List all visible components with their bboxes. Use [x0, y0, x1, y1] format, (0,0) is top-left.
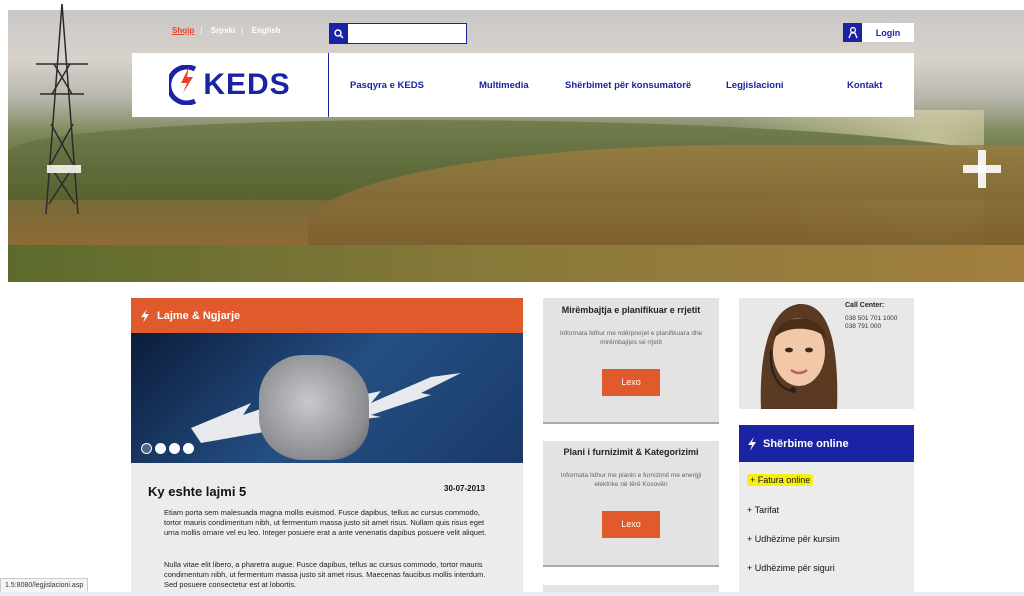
lang-english-link[interactable]: English [252, 26, 281, 35]
call-center-phone[interactable]: 038 501 701 1000 [845, 315, 897, 322]
call-center-title: Call Center: [845, 302, 885, 309]
lang-separator: | [200, 26, 203, 35]
user-icon [843, 23, 862, 42]
online-item-kursim[interactable]: + Udhëzime për kursim [747, 534, 840, 544]
slider-prev-icon[interactable] [47, 165, 81, 173]
online-services-header: Shërbime online [739, 425, 914, 462]
card-maintenance: Mirëmbajtja e planifikuar e rrjetit Info… [543, 298, 719, 424]
news-panel: Lajme & Ngjarje Ky eshte lajmi 5 30-07-2… [131, 298, 523, 596]
search-input[interactable] [348, 24, 466, 43]
call-center-agent-image [760, 303, 838, 409]
nav-multimedia[interactable]: Multimedia [479, 53, 529, 117]
news-header-label: Lajme & Ngjarje [157, 309, 241, 322]
highlighted-link[interactable]: + Fatura online [747, 474, 814, 486]
fist-graphic [259, 355, 369, 460]
search-box [329, 23, 467, 44]
keds-logo[interactable]: KEDS [132, 53, 329, 117]
card-description: Informata lidhur me planin e furnizimit … [560, 472, 702, 488]
nav-kontakt[interactable]: Kontakt [847, 53, 882, 117]
news-image[interactable] [131, 333, 523, 463]
login-button[interactable]: Login [843, 23, 914, 42]
nav-legjislacioni[interactable]: Legjislacioni [726, 53, 784, 117]
online-item-fatura[interactable]: + Fatura online [747, 474, 814, 486]
slider-dot[interactable] [183, 443, 194, 454]
slider-dot[interactable] [141, 443, 152, 454]
search-button[interactable] [330, 24, 348, 43]
card-description: Informata lidhur me ndërprerjet e planif… [559, 330, 703, 346]
slider-dots [141, 443, 194, 454]
online-item-tarifat[interactable]: + Tarifat [747, 505, 779, 515]
news-title[interactable]: Ky eshte lajmi 5 [148, 484, 246, 499]
lexo-button[interactable]: Lexo [602, 369, 660, 396]
lang-srpski-link[interactable]: Srpski [211, 26, 235, 35]
online-services-panel: Shërbime online + Fatura online + Tarifa… [739, 425, 914, 596]
lang-shqip-link[interactable]: Shqip [172, 26, 194, 35]
nav-sherbimet[interactable]: Shërbimet për konsumatorë [565, 53, 691, 117]
hero-banner [8, 10, 1024, 282]
slider-dot-active[interactable] [155, 443, 166, 454]
news-paragraph-1: Etiam porta sem malesuada magna mollis e… [164, 508, 487, 537]
logo-bolt-icon [169, 65, 197, 105]
bolt-icon [748, 436, 756, 451]
card-supply-plan: Plani i furnizimit & Kategorizimi Inform… [543, 441, 719, 567]
power-tower-icon [36, 4, 88, 214]
slider-dot[interactable] [169, 443, 180, 454]
lang-separator: | [241, 26, 244, 35]
card-title: Mirëmbajtja e planifikuar e rrjetit [561, 305, 701, 315]
online-item-siguri[interactable]: + Udhëzime për siguri [747, 563, 835, 573]
bolt-icon [141, 308, 149, 323]
main-navbar: KEDS Pasqyra e KEDS Multimedia Shërbimet… [132, 53, 914, 117]
field [8, 245, 1024, 282]
news-date: 30-07-2013 [444, 484, 485, 493]
bottom-edge [0, 592, 1024, 596]
news-paragraph-2: Nulla vitae elit libero, a pharetra augu… [164, 560, 486, 589]
search-icon [334, 28, 344, 39]
slider-next-icon[interactable] [963, 150, 1001, 188]
call-center-phone[interactable]: 038 791 000 [845, 323, 881, 330]
nav-pasqyra[interactable]: Pasqyra e KEDS [350, 53, 424, 117]
login-label: Login [862, 23, 914, 42]
card-title: Plani i furnizimit & Kategorizimi [563, 447, 699, 457]
language-switcher: Shqip | Srpski | English [172, 26, 287, 35]
lexo-button[interactable]: Lexo [602, 511, 660, 538]
online-services-label: Shërbime online [763, 437, 849, 450]
news-header: Lajme & Ngjarje [131, 298, 523, 333]
logo-text: KEDS [203, 68, 291, 101]
